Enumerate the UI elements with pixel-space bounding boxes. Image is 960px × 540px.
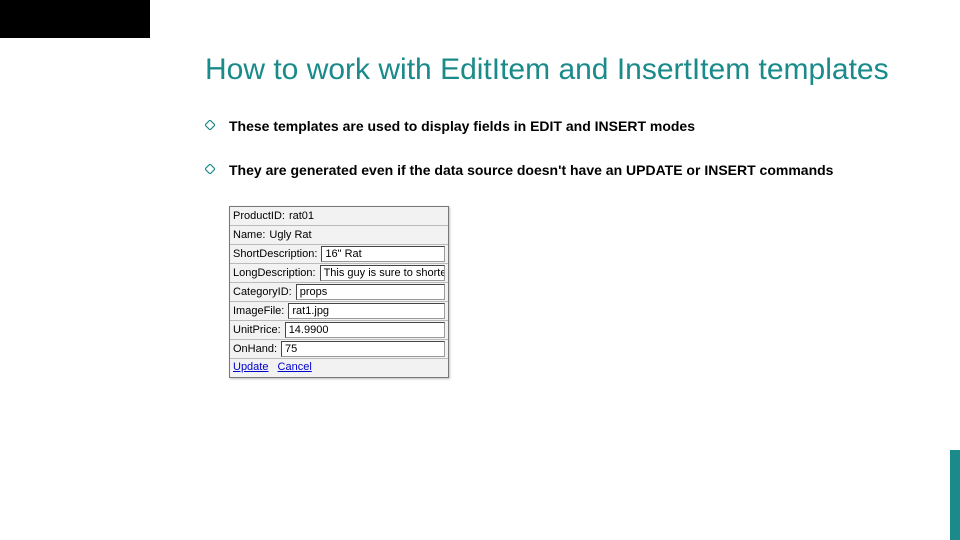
field-label: ShortDescription:: [233, 248, 317, 260]
slide-content: How to work with EditItem and InsertItem…: [205, 52, 905, 378]
field-value: rat01: [289, 210, 314, 222]
text-input[interactable]: props: [296, 284, 445, 300]
bullet-list: These templates are used to display fiel…: [205, 117, 905, 181]
diamond-icon: [205, 120, 215, 130]
form-action-links: Update Cancel: [230, 359, 448, 377]
form-row-productid: ProductID: rat01: [230, 207, 448, 226]
bullet-item: They are generated even if the data sour…: [205, 161, 905, 180]
text-input[interactable]: 14.9900: [285, 322, 445, 338]
field-label: OnHand:: [233, 343, 277, 355]
field-label: CategoryID:: [233, 286, 292, 298]
form-row-name: Name: Ugly Rat: [230, 226, 448, 245]
update-link[interactable]: Update: [233, 361, 268, 373]
bullet-text: They are generated even if the data sour…: [229, 162, 833, 178]
text-input[interactable]: This guy is sure to shorte: [320, 265, 445, 281]
field-label: LongDescription:: [233, 267, 316, 279]
form-row-shortdesc: ShortDescription: 16" Rat: [230, 245, 448, 264]
field-label: ProductID:: [233, 210, 285, 222]
form-row-onhand: OnHand: 75: [230, 340, 448, 359]
bullet-text: These templates are used to display fiel…: [229, 118, 695, 134]
form-row-category: CategoryID: props: [230, 283, 448, 302]
form-preview: ProductID: rat01 Name: Ugly Rat ShortDes…: [229, 206, 449, 378]
form-row-imagefile: ImageFile: rat1.jpg: [230, 302, 448, 321]
field-value: Ugly Rat: [269, 229, 311, 241]
slide-title: How to work with EditItem and InsertItem…: [205, 52, 905, 89]
field-label: ImageFile:: [233, 305, 284, 317]
bottom-right-accent: [950, 450, 960, 540]
top-left-decor: [0, 0, 150, 38]
form-row-unitprice: UnitPrice: 14.9900: [230, 321, 448, 340]
text-input[interactable]: rat1.jpg: [288, 303, 445, 319]
form-row-longdesc: LongDescription: This guy is sure to sho…: [230, 264, 448, 283]
diamond-icon: [205, 164, 215, 174]
bullet-item: These templates are used to display fiel…: [205, 117, 905, 136]
text-input[interactable]: 75: [281, 341, 445, 357]
field-label: Name:: [233, 229, 265, 241]
text-input[interactable]: 16" Rat: [321, 246, 445, 262]
cancel-link[interactable]: Cancel: [278, 361, 312, 373]
field-label: UnitPrice:: [233, 324, 281, 336]
